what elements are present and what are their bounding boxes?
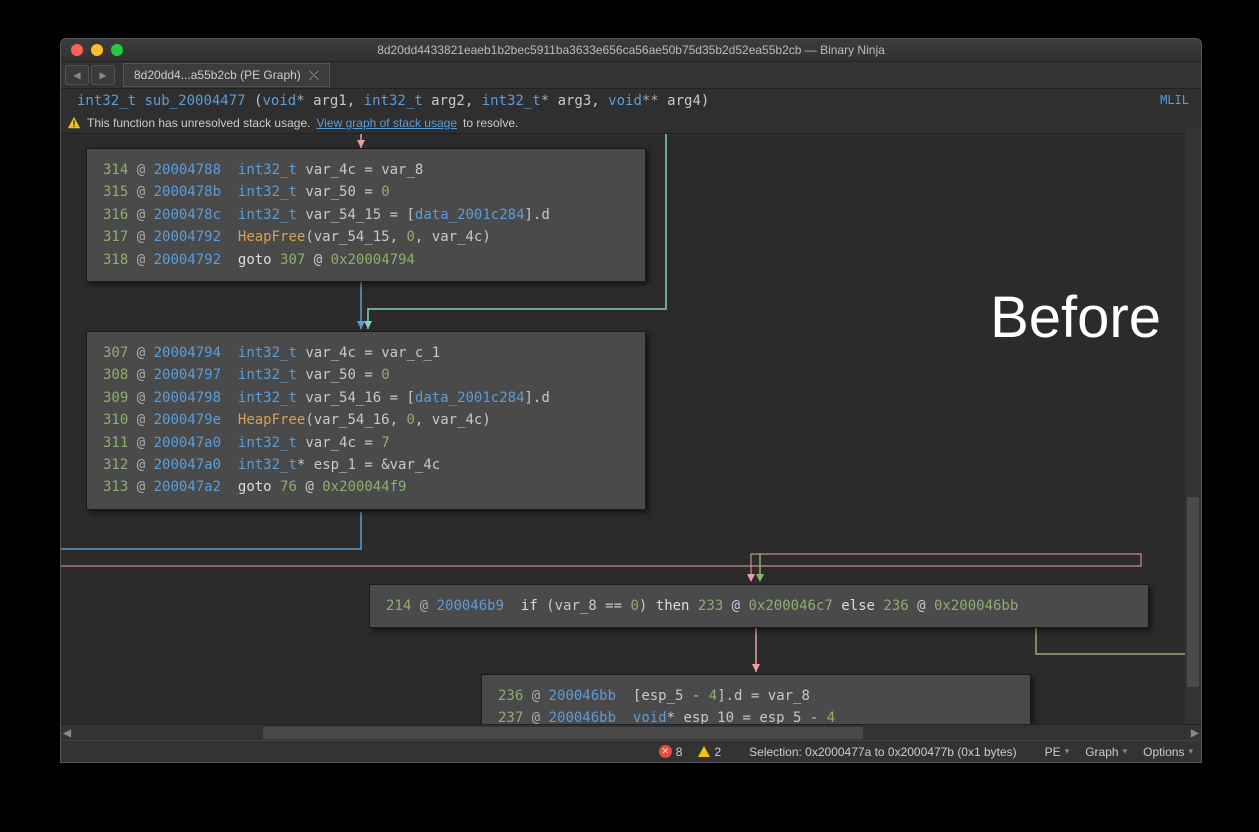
il-instruction[interactable]: 317 @ 20004792 HeapFree(var_54_15, 0, va… bbox=[103, 226, 629, 248]
horizontal-scrollbar-thumb[interactable] bbox=[263, 727, 863, 739]
il-instruction[interactable]: 318 @ 20004792 goto 307 @ 0x20004794 bbox=[103, 249, 629, 271]
zoom-window-button[interactable] bbox=[111, 44, 123, 56]
il-instruction[interactable]: 312 @ 200047a0 int32_t* esp_1 = &var_4c bbox=[103, 454, 629, 476]
warning-icon bbox=[698, 746, 710, 757]
titlebar: 8d20dd4433821eaeb1b2bec5911ba3633e656ca5… bbox=[61, 39, 1201, 62]
warning-count[interactable]: 2 bbox=[690, 745, 729, 759]
cfg-block-3[interactable]: 214 @ 200046b9 if (var_8 == 0) then 233 … bbox=[369, 584, 1149, 628]
arch-dropdown[interactable]: PE bbox=[1037, 745, 1078, 759]
il-instruction[interactable]: 315 @ 2000478b int32_t var_50 = 0 bbox=[103, 181, 629, 203]
close-window-button[interactable] bbox=[71, 44, 83, 56]
overlay-label: Before bbox=[990, 284, 1161, 351]
il-mode-indicator[interactable]: MLIL bbox=[1160, 93, 1189, 107]
il-instruction[interactable]: 236 @ 200046bb [esp_5 - 4].d = var_8 bbox=[498, 685, 1014, 707]
warning-banner: This function has unresolved stack usage… bbox=[61, 113, 1201, 134]
view-dropdown[interactable]: Graph bbox=[1077, 745, 1135, 759]
il-instruction[interactable]: 214 @ 200046b9 if (var_8 == 0) then 233 … bbox=[386, 595, 1132, 617]
status-bar: ✕ 8 2 Selection: 0x2000477a to 0x2000477… bbox=[61, 740, 1201, 762]
nav-back-button[interactable]: ◀ bbox=[65, 65, 89, 85]
error-count[interactable]: ✕ 8 bbox=[651, 745, 691, 759]
tab-label: 8d20dd4...a55b2cb (PE Graph) bbox=[134, 68, 301, 82]
stack-usage-link[interactable]: View graph of stack usage bbox=[316, 116, 457, 130]
function-signature: int32_t sub_20004477 (void* arg1, int32_… bbox=[61, 89, 1201, 113]
il-instruction[interactable]: 311 @ 200047a0 int32_t var_4c = 7 bbox=[103, 432, 629, 454]
selection-info: Selection: 0x2000477a to 0x2000477b (0x1… bbox=[729, 745, 1037, 759]
nav-forward-button[interactable]: ▶ bbox=[91, 65, 115, 85]
minimize-window-button[interactable] bbox=[91, 44, 103, 56]
file-tab[interactable]: 8d20dd4...a55b2cb (PE Graph) ⛌ bbox=[123, 63, 330, 87]
horizontal-scrollbar[interactable]: ◀ ▶ bbox=[61, 724, 1201, 740]
il-instruction[interactable]: 307 @ 20004794 int32_t var_4c = var_c_1 bbox=[103, 342, 629, 364]
toolbar: ◀ ▶ 8d20dd4...a55b2cb (PE Graph) ⛌ bbox=[61, 62, 1201, 89]
il-instruction[interactable]: 313 @ 200047a2 goto 76 @ 0x200044f9 bbox=[103, 476, 629, 498]
il-instruction[interactable]: 309 @ 20004798 int32_t var_54_16 = [data… bbox=[103, 387, 629, 409]
il-instruction[interactable]: 316 @ 2000478c int32_t var_54_15 = [data… bbox=[103, 204, 629, 226]
options-dropdown[interactable]: Options bbox=[1135, 745, 1201, 759]
app-window: 8d20dd4433821eaeb1b2bec5911ba3633e656ca5… bbox=[60, 38, 1202, 763]
warning-icon bbox=[67, 116, 81, 130]
window-title: 8d20dd4433821eaeb1b2bec5911ba3633e656ca5… bbox=[61, 43, 1201, 57]
cfg-block-1[interactable]: 314 @ 20004788 int32_t var_4c = var_8315… bbox=[86, 148, 646, 282]
tab-close-button[interactable]: ⛌ bbox=[309, 67, 319, 84]
error-icon: ✕ bbox=[659, 745, 672, 758]
il-instruction[interactable]: 310 @ 2000479e HeapFree(var_54_16, 0, va… bbox=[103, 409, 629, 431]
il-instruction[interactable]: 308 @ 20004797 int32_t var_50 = 0 bbox=[103, 364, 629, 386]
vertical-scrollbar[interactable] bbox=[1185, 127, 1201, 724]
cfg-block-2[interactable]: 307 @ 20004794 int32_t var_4c = var_c_13… bbox=[86, 331, 646, 510]
traffic-lights bbox=[61, 44, 123, 56]
cfg-graph-canvas[interactable]: 314 @ 20004788 int32_t var_4c = var_8315… bbox=[61, 134, 1201, 734]
il-instruction[interactable]: 314 @ 20004788 int32_t var_4c = var_8 bbox=[103, 159, 629, 181]
vertical-scrollbar-thumb[interactable] bbox=[1187, 497, 1199, 687]
